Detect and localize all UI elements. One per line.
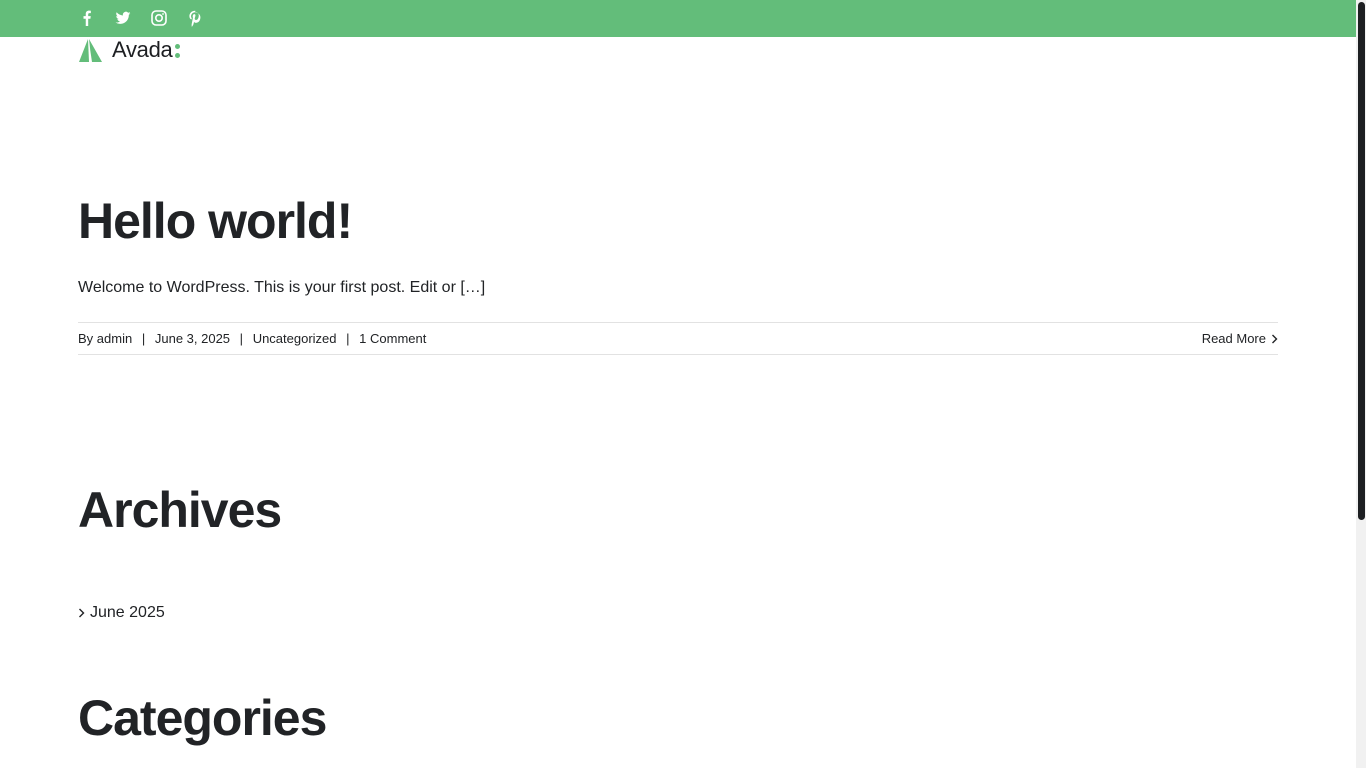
- author-link[interactable]: admin: [97, 331, 132, 346]
- post-date: June 3, 2025: [154, 331, 231, 346]
- social-links: [78, 9, 222, 27]
- meta-separator: |: [346, 331, 350, 346]
- archive-link[interactable]: June 2025: [78, 604, 165, 622]
- post-meta: By admin | June 3, 2025 | Uncategorized …: [78, 331, 426, 346]
- archives-title: Archives: [78, 482, 282, 538]
- twitter-icon[interactable]: [114, 9, 132, 27]
- logo-colon-mark: [175, 42, 181, 58]
- categories-title: Categories: [78, 690, 327, 746]
- post-meta-bar: By admin | June 3, 2025 | Uncategorized …: [78, 322, 1278, 355]
- site-logo[interactable]: Avada: [78, 37, 181, 63]
- avada-logo-mark: [79, 38, 102, 62]
- comments-link[interactable]: 1 Comment: [359, 331, 426, 346]
- post-title[interactable]: Hello world!: [78, 190, 353, 252]
- scrollbar-thumb[interactable]: [1358, 2, 1365, 520]
- logo-text: Avada: [112, 37, 173, 62]
- read-more-label: Read More: [1201, 331, 1266, 346]
- read-more-link[interactable]: Read More: [1202, 331, 1278, 346]
- by-label: By: [78, 331, 94, 346]
- top-bar: [0, 0, 1356, 37]
- chevron-right-icon: [78, 608, 85, 618]
- instagram-icon[interactable]: [150, 9, 168, 27]
- post-excerpt: Welcome to WordPress. This is your first…: [78, 279, 486, 296]
- category-link[interactable]: Uncategorized: [253, 331, 337, 346]
- meta-separator: |: [141, 331, 146, 346]
- scrollbar-track[interactable]: [1356, 0, 1366, 768]
- chevron-right-icon: [1271, 334, 1278, 344]
- archive-link-label: June 2025: [90, 604, 165, 621]
- pinterest-icon[interactable]: [186, 9, 204, 27]
- facebook-icon[interactable]: [78, 9, 96, 27]
- meta-separator: |: [239, 331, 244, 346]
